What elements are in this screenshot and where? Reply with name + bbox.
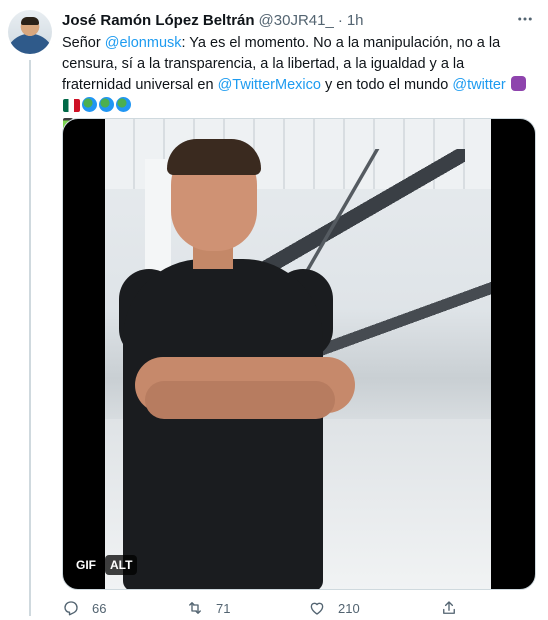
tweet-header: José Ramón López Beltrán @30JR41_ · 1h	[62, 10, 536, 30]
tweet-actions: 66 71 210	[62, 598, 482, 618]
reply-icon	[64, 601, 78, 616]
tweet-text-part: y en todo el mundo	[320, 77, 453, 93]
globe-emoji-icon	[82, 97, 97, 112]
reply-button[interactable]: 66	[62, 598, 106, 618]
alt-badge[interactable]: ALT	[105, 555, 138, 575]
retweet-icon	[189, 602, 201, 614]
tweet[interactable]: José Ramón López Beltrán @30JR41_ · 1h S…	[0, 0, 548, 620]
gif-person-body	[123, 259, 323, 589]
gif-badge: GIF	[71, 555, 101, 575]
globe-emoji-icon	[116, 97, 131, 112]
author-handle[interactable]: @30JR41_	[259, 12, 334, 29]
gif-frame	[105, 119, 491, 589]
gif-staircase-lower	[315, 269, 491, 359]
author-name[interactable]: José Ramón López Beltrán	[62, 12, 255, 29]
gif-person-hair	[167, 139, 261, 175]
tweet-text-part: Señor	[62, 35, 105, 51]
avatar[interactable]	[8, 10, 52, 54]
more-icon[interactable]	[514, 8, 536, 30]
globe-emoji-icon	[99, 97, 114, 112]
like-button[interactable]: 210	[308, 598, 360, 618]
peace-emoji-icon	[510, 76, 526, 91]
mention-twitter[interactable]: @twitter	[452, 77, 505, 93]
avatar-hair	[21, 17, 39, 25]
gif-person-arms-lower	[145, 381, 335, 419]
retweet-button[interactable]: 71	[186, 598, 230, 618]
tweet-time[interactable]: 1h	[347, 12, 364, 29]
tweet-media-gif[interactable]: GIF ALT	[62, 118, 536, 590]
share-icon	[443, 601, 455, 614]
separator-dot: ·	[337, 11, 343, 29]
heart-icon	[310, 602, 324, 615]
mexico-flag-emoji-icon	[63, 99, 80, 112]
thread-line	[29, 60, 31, 616]
retweet-count: 71	[216, 600, 231, 616]
reply-count: 66	[92, 600, 107, 616]
like-count: 210	[338, 600, 360, 616]
mention-elonmusk[interactable]: @elonmusk	[105, 35, 182, 51]
mention-twittermexico[interactable]: @TwitterMexico	[218, 77, 321, 93]
share-button[interactable]	[440, 598, 470, 618]
